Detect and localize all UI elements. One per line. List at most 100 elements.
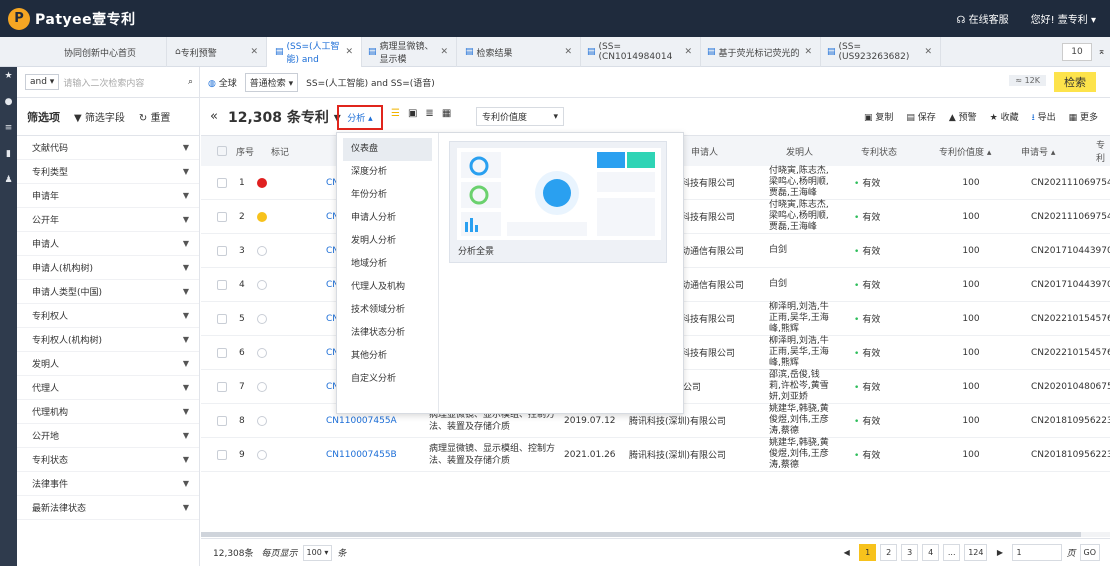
search-mode-select[interactable]: 普通检索 ▾ — [244, 72, 299, 92]
filter-item[interactable]: 专利类型 ▼ — [17, 160, 199, 184]
filter-item[interactable]: 法律事件 ▼ — [17, 472, 199, 496]
close-icon[interactable]: ✕ — [345, 47, 353, 57]
col-value[interactable]: 专利价值度 ▴ — [939, 145, 991, 158]
patent-title[interactable]: 病理显微镜、显示模组、控制方法、装置及存储介质 — [429, 443, 559, 467]
filter-field-button[interactable]: ▼ 筛选字段 — [74, 109, 125, 124]
user-menu[interactable]: 您好! 壹专利 ▾ — [1031, 11, 1096, 26]
publication-number-link[interactable]: CN110007455B — [326, 450, 397, 460]
row-checkbox[interactable] — [217, 348, 227, 358]
collapse-panel-icon[interactable]: « — [210, 109, 218, 124]
page-124[interactable]: 124 — [964, 544, 988, 561]
page-4[interactable]: 4 — [922, 544, 940, 561]
analysis-menu-item[interactable]: 其他分析 — [337, 345, 438, 368]
row-checkbox[interactable] — [217, 178, 227, 188]
analysis-menu-item[interactable]: 地域分析 — [337, 253, 438, 276]
goto-page-input[interactable]: 1 — [1012, 544, 1063, 561]
grid-view-icon[interactable]: ▦ — [442, 108, 451, 119]
analysis-menu-item[interactable]: 技术领域分析 — [337, 299, 438, 322]
mark-icon[interactable] — [257, 450, 267, 460]
mark-icon[interactable] — [257, 178, 267, 188]
row-checkbox[interactable] — [217, 416, 227, 426]
copy-button[interactable]: ▣ 复制 — [864, 110, 893, 126]
analysis-menu-item[interactable]: 深度分析 — [337, 161, 438, 184]
total-count[interactable]: 12,308 条专利 ▾ — [228, 107, 341, 127]
analysis-menu-item[interactable]: 仪表盘 — [343, 138, 432, 161]
search-icon[interactable]: ⌕ — [188, 77, 193, 87]
filter-item[interactable]: 专利权人(机构树) ▼ — [17, 328, 199, 352]
filter-item[interactable]: 申请年 ▼ — [17, 184, 199, 208]
tab-us923[interactable]: ▤ (SS=(US923263682) ✕ — [821, 37, 941, 67]
logo[interactable]: P Patyee壹专利 — [8, 7, 136, 30]
filter-item[interactable]: 文献代码 ▼ — [17, 136, 199, 160]
row-checkbox[interactable] — [217, 450, 227, 460]
per-page-select[interactable]: 100 ▾ — [302, 544, 333, 561]
online-service-link[interactable]: ☊ 在线客服 — [957, 11, 1009, 26]
col-app-no[interactable]: 申请号 ▴ — [1021, 145, 1055, 158]
person-icon[interactable]: ♟ — [0, 167, 17, 193]
filter-item[interactable]: 专利状态 ▼ — [17, 448, 199, 472]
and-select[interactable]: and ▾ — [25, 74, 60, 90]
row-checkbox[interactable] — [217, 382, 227, 392]
publication-number-link[interactable]: CN110007455A — [326, 416, 397, 426]
row-checkbox[interactable] — [217, 314, 227, 324]
global-scope[interactable]: ◍ 全球 — [208, 76, 237, 89]
mark-icon[interactable] — [257, 348, 267, 358]
collapse-tabs-icon[interactable]: ⌅ — [1093, 37, 1110, 67]
mark-icon[interactable] — [257, 246, 267, 256]
tab-results[interactable]: ▤ 检索结果 ✕ — [457, 37, 581, 67]
mark-icon[interactable] — [257, 212, 267, 222]
filter-icon[interactable]: ≡ — [0, 115, 17, 141]
more-button[interactable]: ▦ 更多 — [1069, 110, 1098, 126]
tab-cn101[interactable]: ▤ (SS=(CN1014984014 ✕ — [581, 37, 701, 67]
page-3[interactable]: 3 — [901, 544, 919, 561]
analysis-menu-item[interactable]: 法律状态分析 — [337, 322, 438, 345]
filter-item[interactable]: 最新法律状态 ▼ — [17, 496, 199, 520]
filter-item[interactable]: 申请人 ▼ — [17, 232, 199, 256]
table-row[interactable]: 9 CN110007455B 病理显微镜、显示模组、控制方法、装置及存储介质 2021… — [201, 438, 1110, 472]
close-icon[interactable]: ✕ — [684, 47, 692, 57]
tab-microscope[interactable]: ▤ 病理显微镜、显示模 ✕ — [362, 37, 457, 67]
close-icon[interactable]: ✕ — [250, 47, 258, 57]
filter-item[interactable]: 代理机构 ▼ — [17, 400, 199, 424]
prev-page-icon[interactable]: ◀ — [838, 544, 855, 561]
horizontal-scrollbar[interactable] — [201, 532, 1110, 537]
warning-button[interactable]: ▲ 预警 — [949, 110, 977, 126]
save-button[interactable]: ▤ 保存 — [906, 110, 935, 126]
close-icon[interactable]: ✕ — [440, 47, 448, 57]
go-button[interactable]: GO — [1079, 544, 1100, 561]
analysis-menu-item[interactable]: 自定义分析 — [337, 368, 438, 391]
mark-icon[interactable] — [257, 382, 267, 392]
secondary-search-input[interactable]: 请输入二次检索内容 — [63, 76, 184, 89]
mark-icon[interactable] — [257, 416, 267, 426]
filter-item[interactable]: 申请人类型(中国) ▼ — [17, 280, 199, 304]
tab-count[interactable]: 10 — [1062, 43, 1092, 61]
filter-item[interactable]: 发明人 ▼ — [17, 352, 199, 376]
filter-item[interactable]: 公开年 ▼ — [17, 208, 199, 232]
tab-search-ai[interactable]: ▤ (SS=(人工智能) and ✕ — [267, 37, 362, 67]
row-checkbox[interactable] — [217, 246, 227, 256]
filter-item[interactable]: 公开地 ▼ — [17, 424, 199, 448]
close-icon[interactable]: ✕ — [564, 47, 572, 57]
tab-home[interactable]: 协同创新中心首页 — [17, 37, 167, 67]
reset-button[interactable]: ↻ 重置 — [139, 109, 171, 124]
circle-icon[interactable]: ● — [0, 89, 17, 115]
close-icon[interactable]: ✕ — [924, 47, 932, 57]
doc-icon[interactable]: ▮ — [0, 141, 17, 167]
export-button[interactable]: ⭳ 导出 — [1032, 110, 1056, 126]
collect-button[interactable]: ★ 收藏 — [990, 110, 1019, 126]
filter-item[interactable]: 代理人 ▼ — [17, 376, 199, 400]
row-checkbox[interactable] — [217, 280, 227, 290]
row-checkbox[interactable] — [217, 212, 227, 222]
analysis-menu-item[interactable]: 发明人分析 — [337, 230, 438, 253]
analysis-menu-item[interactable]: 年份分析 — [337, 184, 438, 207]
analysis-button[interactable]: 分析 ▴ — [337, 105, 383, 130]
filter-item[interactable]: 申请人(机构树) ▼ — [17, 256, 199, 280]
query-input[interactable]: SS=(人工智能) and SS=(语音) — [306, 76, 435, 89]
page-1[interactable]: 1 — [859, 544, 877, 561]
tab-fluor[interactable]: ▤ 基于荧光标记荧光的 ✕ — [701, 37, 821, 67]
detail-view-icon[interactable]: ≣ — [425, 108, 433, 119]
filter-item[interactable]: 专利权人 ▼ — [17, 304, 199, 328]
analysis-menu-item[interactable]: 代理人及机构 — [337, 276, 438, 299]
image-view-icon[interactable]: ▣ — [408, 108, 417, 119]
tab-warning[interactable]: ⌂ 专利预警 ✕ — [167, 37, 267, 67]
